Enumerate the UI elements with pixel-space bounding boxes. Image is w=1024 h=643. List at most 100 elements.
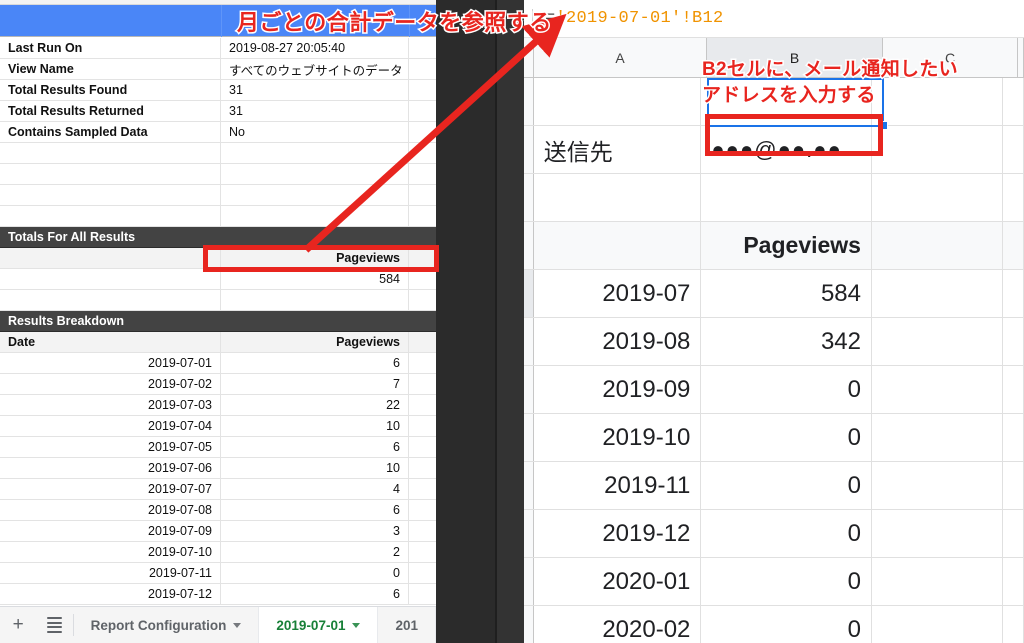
table-row[interactable]: 2019-07-06 10 (0, 458, 436, 479)
grid-row[interactable]: 2019-08 342 (524, 318, 1024, 366)
cell-column-a[interactable]: 2019-09 (534, 366, 702, 413)
cell-column-c[interactable] (872, 462, 1003, 509)
table-row[interactable]: 2019-07-04 10 (0, 416, 436, 437)
cell-column-d[interactable] (1003, 270, 1024, 317)
all-sheets-icon[interactable] (36, 607, 72, 643)
cell-column-c[interactable] (872, 126, 1003, 173)
cell-column-a[interactable] (534, 78, 702, 125)
column-header-a[interactable]: A (534, 38, 707, 77)
row-header[interactable] (524, 462, 534, 509)
cell-column-c[interactable] (872, 318, 1003, 365)
cell-column-c[interactable] (872, 606, 1003, 643)
cell-column-c[interactable] (871, 222, 1003, 269)
table-row[interactable]: 2019-07-07 4 (0, 479, 436, 500)
table-row[interactable]: View Name すべてのウェブサイトのデータ (0, 59, 436, 80)
cell-column-d[interactable] (1003, 510, 1024, 557)
table-row[interactable] (0, 185, 436, 206)
row-header[interactable] (524, 558, 534, 605)
cell-column-b[interactable] (701, 174, 872, 221)
row-header[interactable] (524, 78, 534, 125)
table-row[interactable]: 2019-07-12 6 (0, 584, 436, 605)
sheet-tab-report-configuration[interactable]: Report Configuration (74, 607, 260, 643)
cell-column-b[interactable]: 0 (701, 462, 872, 509)
column-header-c[interactable]: C (883, 38, 1018, 77)
cell-column-b[interactable] (701, 78, 872, 125)
row-header[interactable] (524, 510, 534, 557)
cell-column-a[interactable]: 2019-10 (534, 414, 702, 461)
table-row[interactable]: 2019-07-03 22 (0, 395, 436, 416)
cell-column-a[interactable]: 2020-02 (534, 606, 702, 643)
sheet-tab-next[interactable]: 201 (378, 607, 436, 643)
grid-row[interactable] (524, 78, 1024, 126)
formula-bar[interactable]: ='2019-07-01'!B12 (524, 0, 1024, 38)
select-all-corner[interactable] (524, 38, 534, 77)
cell-column-a[interactable]: 2019-07 (534, 270, 702, 317)
cell-column-b[interactable]: 0 (701, 510, 872, 557)
table-row[interactable]: 2019-07-05 6 (0, 437, 436, 458)
cell-column-b[interactable]: 0 (701, 366, 872, 413)
row-header[interactable] (524, 366, 534, 413)
chevron-down-icon[interactable] (352, 622, 361, 628)
table-row[interactable]: 2019-07-10 2 (0, 542, 436, 563)
cell-column-a[interactable] (533, 222, 702, 269)
cell-column-c[interactable] (872, 78, 1003, 125)
cell-column-d[interactable] (1003, 606, 1024, 643)
table-row[interactable]: 2019-07-08 6 (0, 500, 436, 521)
cell-column-d[interactable] (1003, 222, 1024, 269)
totals-header-row[interactable]: Pageviews (0, 248, 436, 269)
table-row[interactable]: Contains Sampled Data No (0, 122, 436, 143)
table-row[interactable]: 2019-07-09 3 (0, 521, 436, 542)
row-header[interactable] (524, 222, 534, 269)
cell-column-a[interactable]: 2019-11 (534, 462, 702, 509)
column-header-b[interactable]: B (707, 38, 883, 77)
cell-column-c[interactable] (872, 366, 1003, 413)
cell-column-b[interactable]: 342 (701, 318, 872, 365)
grid-row[interactable]: 送信先 ●●●@●●.●● (524, 126, 1024, 174)
grid-row[interactable]: 2020-02 0 (524, 606, 1024, 643)
table-row[interactable] (0, 206, 436, 227)
add-sheet-icon[interactable]: + (0, 607, 36, 643)
cell-column-b[interactable]: 584 (701, 270, 872, 317)
sheet-tab-2019-07-01[interactable]: 2019-07-01 (259, 607, 379, 643)
row-header[interactable] (524, 606, 534, 643)
cell-column-b[interactable]: 0 (701, 606, 872, 643)
chevron-down-icon[interactable] (233, 622, 242, 628)
cell-column-d[interactable] (1003, 318, 1024, 365)
table-row[interactable]: Total Results Returned 31 (0, 101, 436, 122)
row-header[interactable] (524, 318, 534, 365)
cell-column-b[interactable]: 0 (701, 414, 872, 461)
table-row[interactable]: Total Results Found 31 (0, 80, 436, 101)
formula-input[interactable]: ='2019-07-01'!B12 (545, 9, 724, 28)
grid-row[interactable]: 2019-09 0 (524, 366, 1024, 414)
cell-column-d[interactable] (1003, 414, 1024, 461)
breakdown-header-row[interactable]: Date Pageviews (0, 332, 436, 353)
cell-column-c[interactable] (872, 414, 1003, 461)
table-row[interactable]: 2019-07-02 7 (0, 374, 436, 395)
grid-row[interactable] (524, 174, 1024, 222)
cell-column-d[interactable] (1003, 126, 1024, 173)
table-row[interactable] (0, 290, 436, 311)
cell-column-b[interactable]: ●●●@●●.●● (701, 126, 872, 173)
cell-column-a[interactable]: 2019-08 (534, 318, 702, 365)
row-header[interactable] (524, 174, 534, 221)
row-header[interactable] (524, 270, 534, 317)
cell-column-d[interactable] (1003, 78, 1024, 125)
grid-row[interactable]: 2020-01 0 (524, 558, 1024, 606)
cell-column-c[interactable] (872, 558, 1003, 605)
totals-value-row[interactable]: 584 (0, 269, 436, 290)
table-row[interactable] (0, 143, 436, 164)
cell-column-d[interactable] (1003, 558, 1024, 605)
cell-column-c[interactable] (872, 510, 1003, 557)
cell-column-b[interactable]: 0 (701, 558, 872, 605)
grid-row[interactable]: 2019-11 0 (524, 462, 1024, 510)
column-header-d[interactable] (1018, 38, 1024, 77)
grid-row[interactable]: 2019-07 584 (524, 270, 1024, 318)
grid-row[interactable]: Pageviews (524, 222, 1024, 270)
grid-row[interactable]: 2019-12 0 (524, 510, 1024, 558)
table-row[interactable] (0, 164, 436, 185)
cell-column-d[interactable] (1003, 462, 1024, 509)
grid-row[interactable]: 2019-10 0 (524, 414, 1024, 462)
cell-column-b[interactable]: Pageviews (701, 222, 872, 269)
cell-column-a[interactable] (534, 174, 702, 221)
row-header[interactable] (524, 414, 534, 461)
